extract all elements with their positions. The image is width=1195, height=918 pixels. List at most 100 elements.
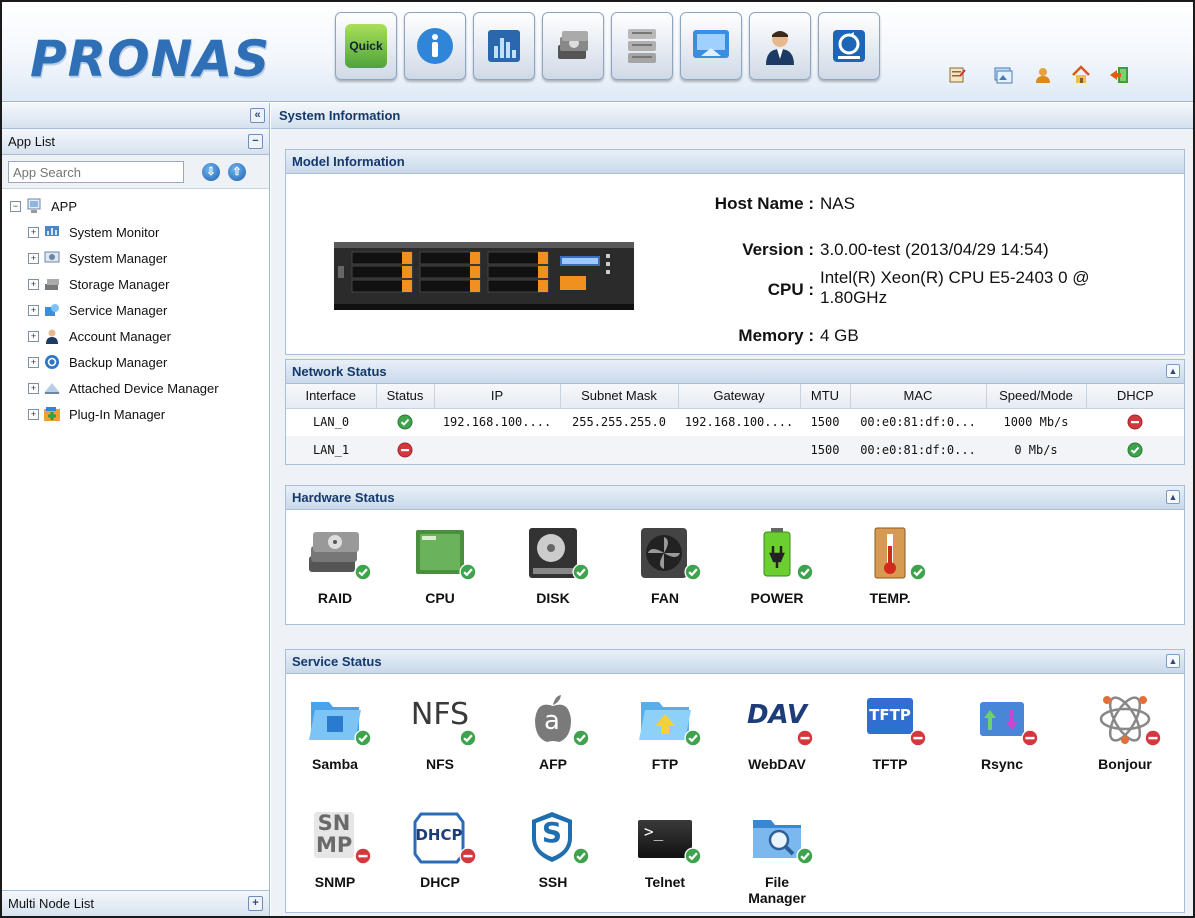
multi-node-expand-button[interactable]: + <box>248 896 263 911</box>
logout-icon[interactable] <box>1108 64 1130 86</box>
service-item-nfs[interactable]: NFS NFS <box>385 692 495 772</box>
hardware-item-temperature[interactable]: TEMP. <box>835 526 945 606</box>
sidebar-item-label: System Manager <box>69 250 168 266</box>
expand-node-icon[interactable]: + <box>28 330 39 342</box>
collapse-panel-button[interactable]: ▲ <box>1166 364 1180 378</box>
expand-node-icon[interactable]: + <box>28 408 39 420</box>
hard-drives-icon <box>552 24 594 68</box>
mac-cell: 00:e0:81:df:0... <box>850 436 986 464</box>
mac-cell: 00:e0:81:df:0... <box>860 415 976 430</box>
status-ok-icon <box>572 847 590 868</box>
hardware-item-disk[interactable]: DISK <box>498 526 608 606</box>
quick-wizard-button[interactable]: Quick <box>335 12 397 80</box>
collapse-all-icon[interactable]: ⇧ <box>228 163 246 181</box>
expand-node-icon[interactable]: + <box>28 356 39 368</box>
snmp-icon: SN MP <box>304 810 372 866</box>
collapse-sidebar-button[interactable]: « <box>250 108 265 123</box>
table-row[interactable]: LAN_0 192.168.100.... 255.255.255.0 192.… <box>286 408 1184 436</box>
sidebar-item-system-manager[interactable]: + System Manager <box>10 245 269 271</box>
hardware-item-cpu[interactable]: CPU <box>385 526 495 606</box>
status-ok-icon <box>397 414 413 430</box>
service-item-dhcp[interactable]: DHCP DHCP <box>385 810 495 890</box>
system-monitor-button[interactable] <box>473 12 535 80</box>
service-item-bonjour[interactable]: Bonjour <box>1070 692 1180 772</box>
sidebar-item-plug-in-manager[interactable]: + Plug-In Manager <box>10 401 269 427</box>
database-button[interactable] <box>611 12 673 80</box>
expand-node-icon[interactable]: + <box>28 382 39 394</box>
gateway-cell: 192.168.100.... <box>684 415 794 430</box>
service-label: File Manager <box>748 874 806 906</box>
status-disabled-icon <box>354 847 372 868</box>
ssh-icon: S <box>522 810 590 866</box>
cpu-value: Intel(R) Xeon(R) CPU E5-2403 0 @ 1.80GHz <box>820 268 1090 308</box>
hardware-item-raid[interactable]: RAID <box>280 526 390 606</box>
mtu-cell: 1500 <box>800 436 850 464</box>
app-search-input[interactable] <box>8 161 184 183</box>
tree-root-app[interactable]: − APP <box>10 193 269 219</box>
service-item-webdav[interactable]: DAV WebDAV <box>722 692 832 772</box>
column-header[interactable]: Status <box>376 384 435 409</box>
collapse-panel-button[interactable]: ▲ <box>1166 654 1180 668</box>
sidebar-item-label: Storage Manager <box>69 276 170 292</box>
network-button[interactable] <box>680 12 742 80</box>
service-item-tftp[interactable]: TFTP TFTP <box>835 692 945 772</box>
hardware-item-fan[interactable]: FAN <box>610 526 720 606</box>
speed-cell: 0 Mb/s <box>986 436 1086 464</box>
service-item-file-manager[interactable]: File Manager <box>722 810 832 906</box>
column-header[interactable]: Gateway <box>678 384 801 409</box>
webdav-icon: DAV <box>746 692 814 748</box>
collapse-node-icon[interactable]: − <box>10 200 21 212</box>
app-list-collapse-button[interactable]: − <box>248 134 263 149</box>
service-status-panel: Service Status ▲ Samba NFS NFS a AFP FTP… <box>285 649 1185 913</box>
service-item-samba[interactable]: Samba <box>280 692 390 772</box>
power-icon <box>746 526 814 582</box>
sidebar-item-system-monitor[interactable]: + System Monitor <box>10 219 269 245</box>
header: PRONAS Quick <box>2 2 1193 102</box>
sidebar-item-attached-device-manager[interactable]: + Attached Device Manager <box>10 375 269 401</box>
tftp-glyph: TFTP <box>869 706 911 724</box>
hardware-status-header: Hardware Status ▲ <box>286 486 1184 510</box>
column-header[interactable]: Subnet Mask <box>560 384 679 409</box>
service-item-afp[interactable]: a AFP <box>498 692 608 772</box>
service-item-ftp[interactable]: FTP <box>610 692 720 772</box>
app-list-header: App List − <box>2 129 269 155</box>
expand-node-icon[interactable]: + <box>28 252 39 264</box>
status-cell <box>376 436 434 464</box>
service-item-telnet[interactable]: >_ Telnet <box>610 810 720 890</box>
expand-node-icon[interactable]: + <box>28 304 39 316</box>
column-header[interactable]: Interface <box>286 384 377 409</box>
table-row[interactable]: LAN_1 1500 00:e0:81:df:0... 0 Mb/s <box>286 436 1184 464</box>
samba-icon <box>304 692 372 748</box>
users-icon[interactable] <box>1032 64 1054 86</box>
column-header[interactable]: Speed/Mode <box>986 384 1087 409</box>
gallery-icon[interactable] <box>992 64 1014 86</box>
expand-node-icon[interactable]: + <box>28 226 39 238</box>
expand-all-icon[interactable]: ⇩ <box>202 163 220 181</box>
info-button[interactable] <box>404 12 466 80</box>
column-header[interactable]: IP <box>434 384 561 409</box>
interface-cell: LAN_0 <box>312 415 350 430</box>
column-header[interactable]: MAC <box>850 384 987 409</box>
home-icon[interactable] <box>1070 64 1092 86</box>
host-name-label: Host Name : <box>714 194 814 213</box>
backup-button[interactable] <box>818 12 880 80</box>
model-information-title: Model Information <box>286 150 1184 174</box>
hardware-label: RAID <box>317 590 353 606</box>
storage-button[interactable] <box>542 12 604 80</box>
collapse-panel-button[interactable]: ▲ <box>1166 490 1180 504</box>
sidebar-item-service-manager[interactable]: + Service Manager <box>10 297 269 323</box>
column-header[interactable]: MTU <box>800 384 851 409</box>
sidebar-item-storage-manager[interactable]: + Storage Manager <box>10 271 269 297</box>
multi-node-list-header[interactable]: Multi Node List + <box>2 890 269 916</box>
expand-node-icon[interactable]: + <box>28 278 39 290</box>
service-item-snmp[interactable]: SN MP SNMP <box>280 810 390 890</box>
sidebar-item-backup-manager[interactable]: + Backup Manager <box>10 349 269 375</box>
service-item-ssh[interactable]: S SSH <box>498 810 608 890</box>
account-button[interactable] <box>749 12 811 80</box>
column-header[interactable]: DHCP <box>1086 384 1184 409</box>
hardware-label: TEMP. <box>869 590 911 606</box>
notes-icon[interactable] <box>946 64 968 86</box>
sidebar-item-account-manager[interactable]: + Account Manager <box>10 323 269 349</box>
service-item-rsync[interactable]: Rsync <box>947 692 1057 772</box>
hardware-item-power[interactable]: POWER <box>722 526 832 606</box>
